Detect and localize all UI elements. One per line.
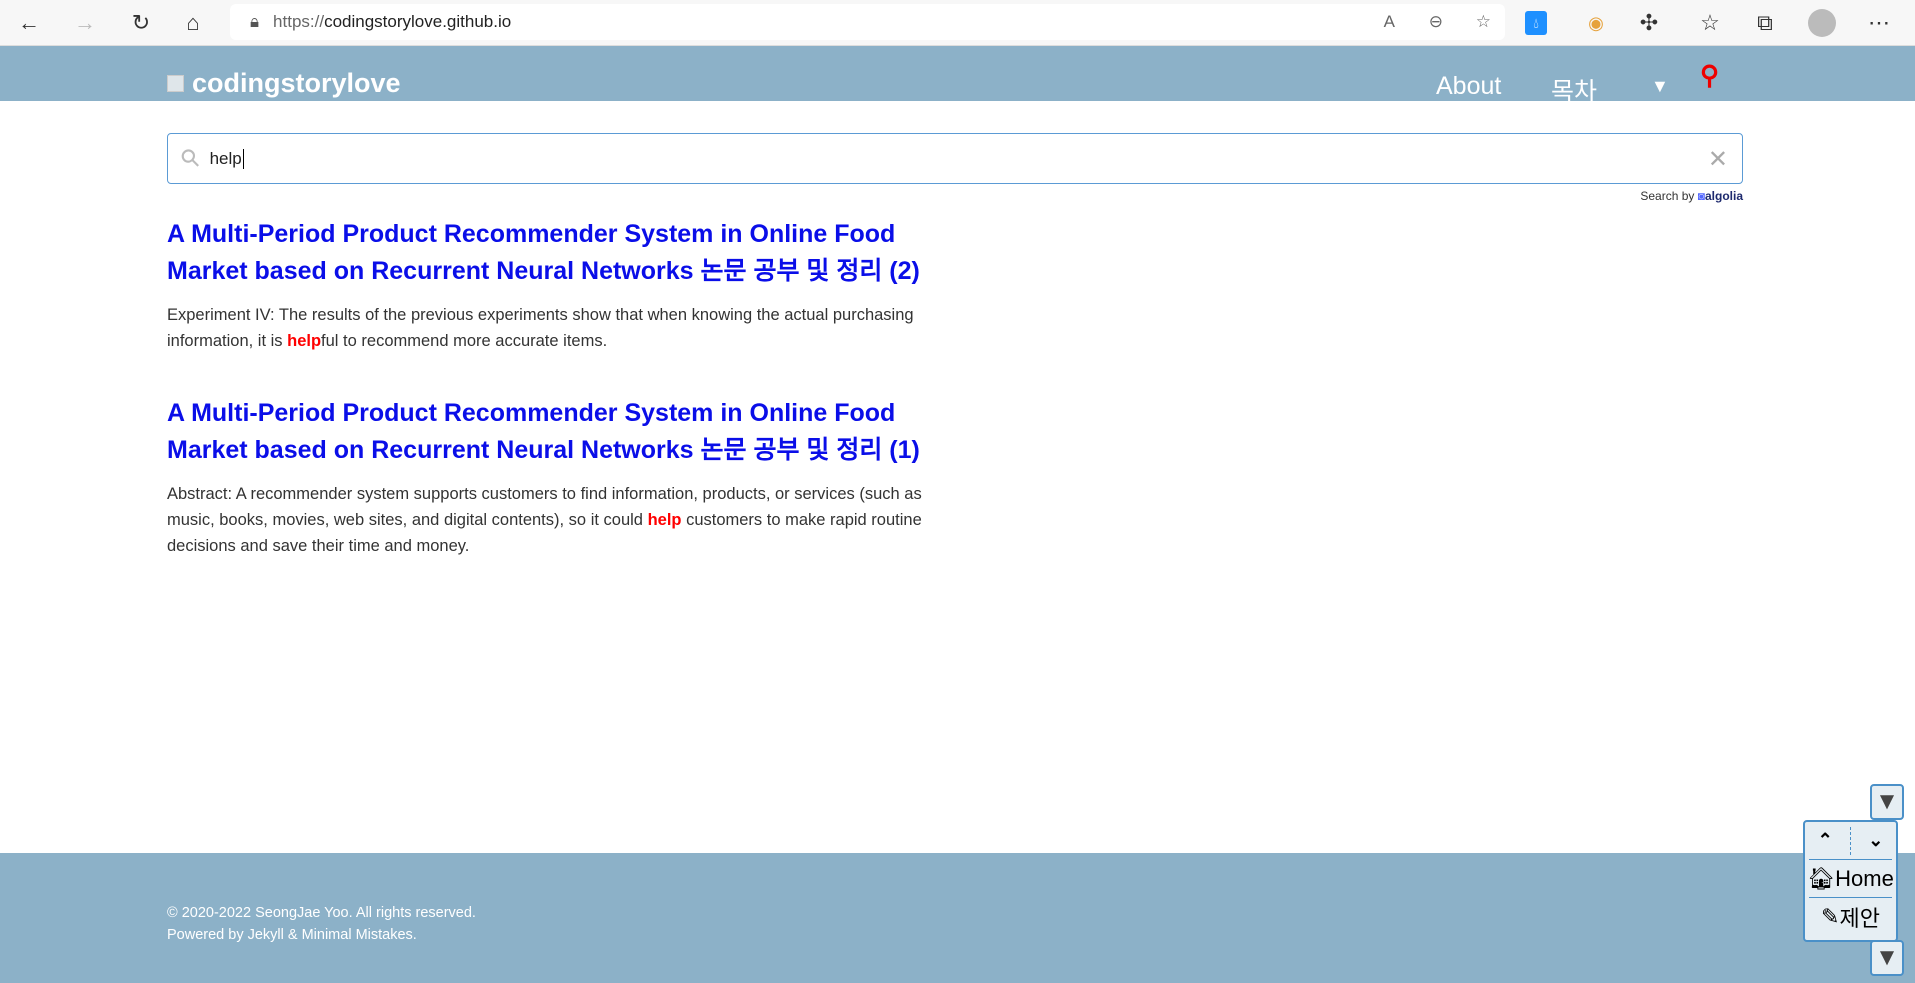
excerpt-highlight: help	[647, 511, 682, 529]
extension-chat-icon[interactable]: ◉	[1581, 8, 1611, 38]
favorite-add-icon[interactable]: ☆	[1476, 12, 1491, 32]
excerpt-highlight: help	[287, 332, 322, 350]
extensions-icon[interactable]: ✣	[1634, 8, 1664, 38]
browser-toolbar: ← → ↻ ⌂ 🔒︎ https://codingstorylove.githu…	[0, 0, 1915, 46]
home-label: Home	[1835, 865, 1894, 891]
read-aloud-icon[interactable]: A	[1384, 12, 1395, 32]
floating-nav-widget: ⌃ ⌄ 🏠︎ Home ✎ 제안	[1803, 820, 1898, 942]
search-query: help	[209, 148, 244, 169]
masthead: codingstorylove About 목차 ▼ ⚲	[0, 46, 1915, 106]
result-title-link[interactable]: A Multi-Period Product Recommender Syste…	[167, 216, 957, 290]
home-icon[interactable]: ⌂	[178, 8, 208, 38]
search-result: A Multi-Period Product Recommender Syste…	[167, 395, 957, 559]
scroll-up-icon[interactable]: ⌃	[1818, 830, 1833, 851]
profile-avatar[interactable]	[1808, 9, 1836, 37]
pencil-icon: ✎	[1821, 904, 1840, 929]
result-excerpt: Experiment IV: The results of the previo…	[167, 302, 957, 354]
search-toggle-icon[interactable]: ⚲	[1700, 60, 1719, 91]
extension-drop-icon[interactable]: 💧︎	[1525, 11, 1547, 35]
clear-search-icon[interactable]: ✕	[1708, 145, 1728, 174]
logo-image	[167, 75, 184, 92]
site-logo[interactable]: codingstorylove	[167, 68, 401, 99]
footer: © 2020-2022 SeongJae Yoo. All rights res…	[0, 853, 1915, 983]
footer-copyright: © 2020-2022 SeongJae Yoo. All rights res…	[167, 905, 476, 921]
algolia-logo-icon: ◙	[1697, 189, 1705, 203]
site-title: codingstorylove	[192, 68, 401, 98]
footer-powered-by: Powered by Jekyll & Minimal Mistakes.	[167, 927, 417, 943]
suggest-label: 제안	[1839, 906, 1880, 931]
search-result: A Multi-Period Product Recommender Syste…	[167, 216, 957, 354]
url-protocol: https://	[273, 12, 325, 31]
search-input[interactable]: ⚲ help ✕	[167, 133, 1743, 184]
zoom-out-icon[interactable]: ⊖	[1429, 12, 1443, 32]
result-excerpt: Abstract: A recommender system supports …	[167, 481, 957, 559]
nav-toggle-caret-icon[interactable]: ▼	[1651, 76, 1669, 97]
more-menu-icon[interactable]: ⋯	[1864, 8, 1894, 38]
url-host: codingstorylove.github.io	[324, 12, 512, 31]
search-icon: ⚲	[175, 142, 207, 175]
lock-icon: 🔒︎	[250, 12, 260, 31]
reload-icon[interactable]: ↻	[126, 8, 156, 38]
powered-by-label: Search by	[1640, 189, 1695, 203]
nav-toc[interactable]: 목차	[1551, 72, 1597, 108]
nav-about[interactable]: About	[1436, 72, 1501, 101]
excerpt-text: ful to recommend more accurate items.	[321, 332, 608, 350]
result-title-link[interactable]: A Multi-Period Product Recommender Syste…	[167, 395, 957, 469]
address-bar[interactable]: 🔒︎ https://codingstorylove.github.io A ⊖…	[230, 4, 1505, 40]
collections-icon[interactable]: ⧉	[1750, 8, 1780, 38]
algolia-brand: algolia	[1704, 189, 1743, 203]
forward-icon[interactable]: →	[70, 8, 100, 38]
favorites-icon[interactable]: ☆	[1695, 8, 1725, 38]
search-by-algolia[interactable]: Search by ◙algolia	[1640, 189, 1743, 203]
scroll-down-icon[interactable]: ⌄	[1868, 830, 1883, 851]
toggle-widget-bottom-button[interactable]: ▼	[1870, 940, 1904, 976]
suggest-button[interactable]: ✎ 제안	[1809, 898, 1892, 936]
toggle-widget-top-button[interactable]: ▼	[1870, 784, 1904, 820]
house-icon: 🏠︎	[1807, 865, 1836, 891]
back-icon[interactable]: ←	[14, 8, 44, 38]
home-button[interactable]: 🏠︎ Home	[1807, 860, 1894, 898]
